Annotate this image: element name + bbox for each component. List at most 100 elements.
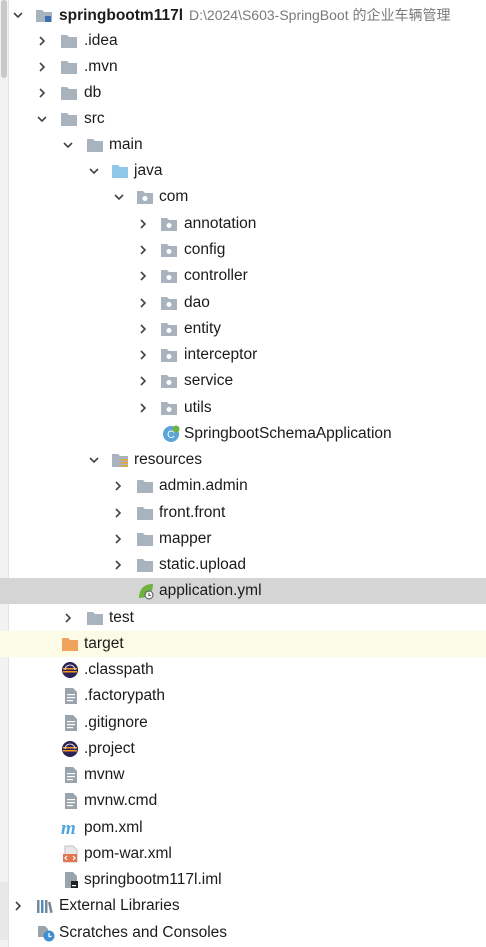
chevron-right-icon[interactable] xyxy=(135,342,151,368)
tree-item-mvn[interactable]: .mvn xyxy=(0,54,486,80)
folder-icon xyxy=(86,136,104,154)
tree-item-front[interactable]: front.front xyxy=(0,500,486,526)
tree-item-main[interactable]: main xyxy=(0,132,486,158)
chevron-right-icon[interactable] xyxy=(110,500,126,526)
tree-item-pom[interactable]: m pom.xml xyxy=(0,815,486,841)
tree-label: mvnw xyxy=(84,766,125,783)
tree-item-mvnw-cmd[interactable]: mvnw.cmd xyxy=(0,788,486,814)
tree-item-controller[interactable]: controller xyxy=(0,263,486,289)
tree-item-db[interactable]: db xyxy=(0,80,486,106)
chevron-right-icon[interactable] xyxy=(110,473,126,499)
text-file-icon xyxy=(62,766,80,784)
eclipse-icon xyxy=(61,740,79,758)
chevron-right-icon[interactable] xyxy=(135,368,151,394)
tree-item-iml[interactable]: springbootm117l.iml xyxy=(0,867,486,893)
tree-item-entity[interactable]: entity xyxy=(0,316,486,342)
tree-item-mapper[interactable]: mapper xyxy=(0,526,486,552)
tree-item-utils[interactable]: utils xyxy=(0,395,486,421)
tree-label: main xyxy=(109,136,143,153)
source-folder-icon xyxy=(111,162,129,180)
tree-label: admin.admin xyxy=(159,477,248,494)
tree-item-target[interactable]: target xyxy=(0,631,486,657)
chevron-right-icon[interactable] xyxy=(135,237,151,263)
tree-label: .factorypath xyxy=(84,687,165,704)
chevron-right-icon[interactable] xyxy=(135,395,151,421)
root-label: springbootm117l D:\2024\S603-SpringBoot 的… xyxy=(59,6,450,25)
scratches-icon xyxy=(36,924,55,942)
eclipse-icon xyxy=(61,661,79,679)
tree-label: front.front xyxy=(159,504,226,521)
folder-icon xyxy=(60,32,78,50)
tree-item-test[interactable]: test xyxy=(0,605,486,631)
tree-label: pom.xml xyxy=(84,819,143,836)
tree-label: entity xyxy=(184,320,222,337)
package-icon xyxy=(160,346,178,364)
tree-label: SpringbootSchemaApplication xyxy=(184,425,392,442)
tree-item-app-class[interactable]: C SpringbootSchemaApplication xyxy=(0,421,486,447)
package-icon xyxy=(160,320,178,338)
tree-label: src xyxy=(84,110,105,127)
tree-item-src[interactable]: src xyxy=(0,106,486,132)
folder-icon xyxy=(60,110,78,128)
chevron-down-icon[interactable] xyxy=(60,132,76,158)
tree-label: interceptor xyxy=(184,346,258,363)
package-icon xyxy=(136,188,154,206)
tree-label: controller xyxy=(184,267,248,284)
tree-item-resources[interactable]: resources xyxy=(0,447,486,473)
tree-label: springbootm117l.iml xyxy=(84,871,222,888)
chevron-right-icon[interactable] xyxy=(135,316,151,342)
tree-item-admin[interactable]: admin.admin xyxy=(0,473,486,499)
tree-label: mapper xyxy=(159,530,212,547)
tree-item-factorypath[interactable]: .factorypath xyxy=(0,683,486,709)
tree-item-interceptor[interactable]: interceptor xyxy=(0,342,486,368)
text-file-icon xyxy=(62,714,80,732)
tree-item-mvnw[interactable]: mvnw xyxy=(0,762,486,788)
package-icon xyxy=(160,294,178,312)
tree-item-gitignore[interactable]: .gitignore xyxy=(0,710,486,736)
tree-label: .gitignore xyxy=(84,714,148,731)
folder-icon xyxy=(136,556,154,574)
tree-item-config[interactable]: config xyxy=(0,237,486,263)
text-file-icon xyxy=(62,687,80,705)
chevron-down-icon[interactable] xyxy=(34,106,50,132)
chevron-right-icon[interactable] xyxy=(10,893,26,919)
tree-label: .mvn xyxy=(84,58,118,75)
chevron-right-icon[interactable] xyxy=(34,54,50,80)
chevron-right-icon[interactable] xyxy=(110,552,126,578)
chevron-right-icon[interactable] xyxy=(34,80,50,106)
folder-icon xyxy=(60,58,78,76)
tree-item-static[interactable]: static.upload xyxy=(0,552,486,578)
chevron-down-icon[interactable] xyxy=(86,447,102,473)
tree-item-java[interactable]: java xyxy=(0,158,486,184)
tree-label: target xyxy=(84,635,124,652)
maven-icon: m xyxy=(61,818,79,839)
tree-label: java xyxy=(134,162,163,179)
tree-item-pom-war[interactable]: pom-war.xml xyxy=(0,841,486,867)
chevron-down-icon[interactable] xyxy=(111,184,127,210)
chevron-right-icon[interactable] xyxy=(135,211,151,237)
chevron-right-icon[interactable] xyxy=(135,290,151,316)
tree-label: com xyxy=(159,188,189,205)
chevron-right-icon[interactable] xyxy=(135,263,151,289)
chevron-right-icon[interactable] xyxy=(60,605,76,631)
tree-label: service xyxy=(184,372,234,389)
tree-item-classpath[interactable]: .classpath xyxy=(0,657,486,683)
tree-label: External Libraries xyxy=(59,897,180,914)
tree-item-idea[interactable]: ​.idea xyxy=(0,28,486,54)
chevron-down-icon[interactable] xyxy=(10,2,26,28)
tree-item-com[interactable]: com xyxy=(0,184,486,210)
package-icon xyxy=(160,215,178,233)
chevron-down-icon[interactable] xyxy=(86,158,102,184)
tree-item-external-libraries[interactable]: External Libraries xyxy=(0,893,486,919)
tree-item-annotation[interactable]: annotation xyxy=(0,211,486,237)
tree-item-project-file[interactable]: .project xyxy=(0,736,486,762)
chevron-right-icon[interactable] xyxy=(110,526,126,552)
tree-item-application-yml[interactable]: application.yml xyxy=(0,578,486,604)
tree-item-dao[interactable]: dao xyxy=(0,290,486,316)
chevron-right-icon[interactable] xyxy=(34,28,50,54)
xml-file-icon xyxy=(62,845,80,863)
tree-item-root[interactable]: springbootm117l D:\2024\S603-SpringBoot 的… xyxy=(0,2,486,28)
svg-text:m: m xyxy=(61,819,76,837)
tree-item-scratches[interactable]: Scratches and Consoles xyxy=(0,920,486,946)
tree-item-service[interactable]: service xyxy=(0,368,486,394)
